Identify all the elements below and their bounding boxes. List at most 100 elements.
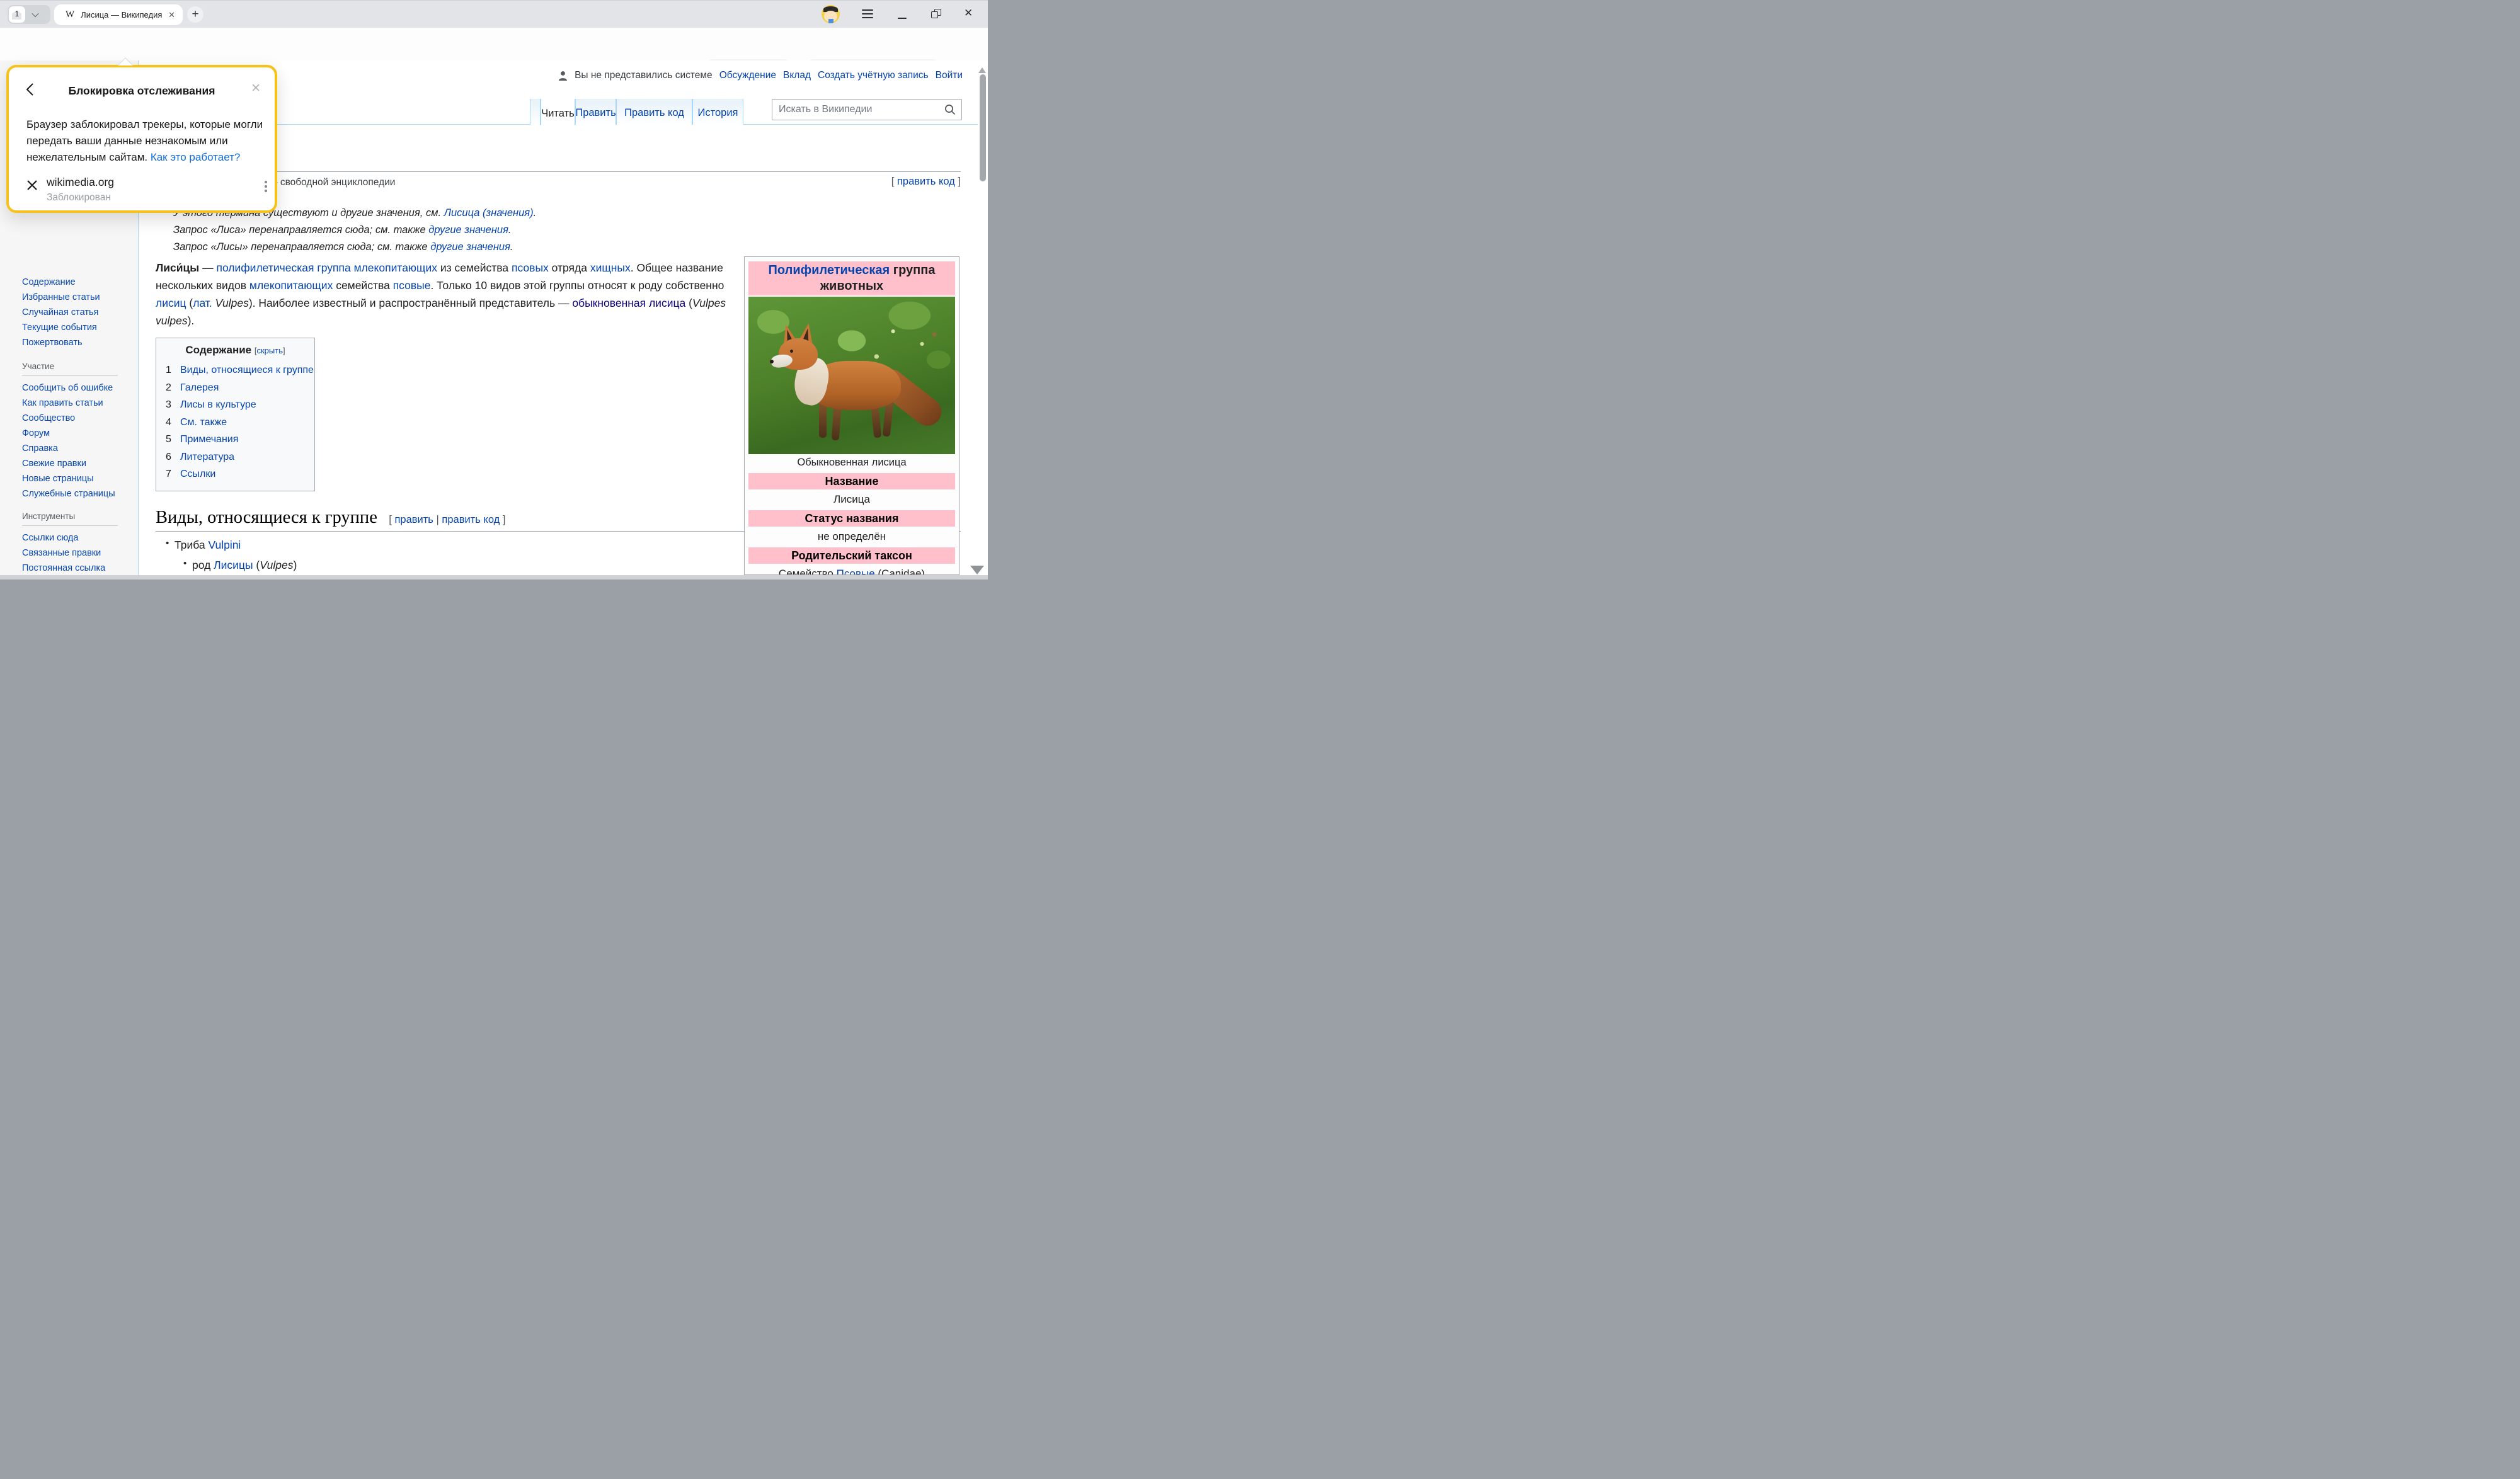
toc-item[interactable]: 5Примечания (166, 431, 314, 448)
sidebar-item-related-changes[interactable]: Связанные правки (22, 545, 132, 561)
vulpini-link[interactable]: Vulpini (208, 539, 241, 551)
other-meanings-link[interactable]: другие значения (430, 241, 510, 253)
toc-item[interactable]: 4См. также (166, 414, 314, 431)
infobox-header-parent-taxon: Родительский таксон (748, 547, 955, 564)
disambig-link[interactable]: Лисица (значения) (444, 207, 534, 219)
sidebar-heading-participation: Участие (22, 362, 54, 371)
vulpes-link[interactable]: лисиц (156, 297, 186, 309)
polyphyletic-group-link[interactable]: Полифилетическая (769, 263, 890, 277)
blocked-x-icon[interactable] (26, 180, 38, 191)
mammals-link[interactable]: млекопитающих (249, 279, 333, 292)
taxobox: Полифилетическая группа животных Обыкнов… (744, 256, 959, 575)
sidebar-item-recent-changes[interactable]: Свежие правки (22, 456, 132, 471)
section-edit-code-link[interactable]: править код (442, 514, 500, 525)
window-close-button[interactable]: ✕ (964, 7, 973, 20)
infobox-value-parent-taxon: Семейство Псовые (Canidae) (748, 566, 955, 575)
sidebar-heading-tools: Инструменты (22, 511, 75, 521)
polyphyletic-link[interactable]: полифилетическая группа (216, 261, 350, 274)
tab-close-icon[interactable]: ✕ (167, 10, 176, 20)
bottom-scrollbar-track[interactable] (0, 575, 988, 580)
sidebar-tools-group: Ссылки сюда Связанные правки Постоянная … (22, 530, 132, 580)
wiki-search-box[interactable]: Искать в Википедии (772, 99, 962, 120)
toc-item[interactable]: 2Галерея (166, 379, 314, 397)
toc-hide-link[interactable]: скрыть (256, 346, 283, 355)
toc-item[interactable]: 3Лисы в культуре (166, 396, 314, 414)
infobox-header-status: Статус названия (748, 510, 955, 527)
vulpes-genus-link[interactable]: Лисицы (214, 559, 253, 571)
browser-tab[interactable]: W Лисица — Википедия ✕ (54, 4, 183, 25)
mammals-link[interactable]: млекопитающих (354, 261, 437, 274)
login-link[interactable]: Войти (936, 70, 963, 81)
tab-read[interactable]: Читать (541, 99, 575, 125)
contributions-link[interactable]: Вклад (783, 70, 811, 81)
search-icon[interactable] (944, 104, 956, 115)
tab-edit-code[interactable]: Править код (616, 99, 692, 125)
tracking-protection-popup: Блокировка отслеживания ✕ Браузер заблок… (6, 65, 277, 213)
tab-group-count[interactable]: 1 (9, 6, 25, 23)
popup-title: Блокировка отслеживания (9, 84, 275, 98)
sidebar-item-donate[interactable]: Пожертвовать (22, 335, 132, 350)
red-fox-link[interactable]: обыкновенная лисица (572, 297, 685, 309)
browser-toolbar: ← Я ↻ https://ru.wikipedia.org/wiki/Лиси… (0, 28, 988, 60)
sidebar-item-current-events[interactable]: Текущие события (22, 320, 132, 335)
user-icon (558, 71, 568, 81)
canidae-link[interactable]: псовые (393, 279, 431, 292)
profile-avatar[interactable] (822, 5, 840, 23)
scrollbar-up-arrow[interactable] (978, 64, 986, 73)
minimize-button[interactable] (896, 7, 908, 21)
search-placeholder: Искать в Википедии (779, 104, 944, 115)
carnivora-link[interactable]: хищных (590, 261, 631, 274)
sidebar-item-community[interactable]: Сообщество (22, 411, 132, 426)
tab-title: Лисица — Википедия (81, 10, 167, 20)
popup-close-icon[interactable]: ✕ (251, 81, 261, 96)
tab-group-chevron-icon[interactable] (25, 12, 45, 17)
sidebar-item-random[interactable]: Случайная статья (22, 305, 132, 320)
sidebar-divider (22, 375, 118, 376)
menu-icon[interactable] (862, 9, 873, 18)
sidebar-item-featured[interactable]: Избранные статьи (22, 290, 132, 305)
popup-body: Браузер заблокировал трекеры, которые мо… (26, 117, 270, 166)
sidebar-item-forum[interactable]: Форум (22, 426, 132, 441)
image-caption: Обыкновенная лисица (748, 454, 955, 471)
canidae-family-link[interactable]: Псовые (837, 568, 875, 575)
infobox-value-name: Лисица (748, 491, 955, 508)
site-options-kebab-icon[interactable] (265, 181, 267, 192)
tab-group-button[interactable]: 1 (8, 5, 50, 24)
hatnote-2: Запрос «Лиса» перенаправляется сюда; см.… (173, 224, 512, 236)
other-meanings-link[interactable]: другие значения (428, 224, 508, 236)
hatnote-3: Запрос «Лисы» перенаправляется сюда; см.… (173, 241, 513, 253)
list-item-tribe: Триба Vulpini (175, 539, 241, 552)
sidebar-divider (22, 525, 118, 526)
sidebar-item-report-error[interactable]: Сообщить об ошибке (22, 380, 132, 396)
edit-code-link[interactable]: править код (897, 176, 955, 187)
tab-edit[interactable]: Править (575, 99, 616, 125)
latin-link[interactable]: лат. (193, 297, 212, 309)
not-logged-in-label: Вы не представились системе (575, 70, 713, 81)
sidebar-participation-group: Сообщить об ошибке Как править статьи Со… (22, 380, 132, 501)
tab-history[interactable]: История (692, 99, 743, 125)
canidae-link[interactable]: псовых (512, 261, 549, 274)
sidebar-item-contents[interactable]: Содержание (22, 275, 132, 290)
section-edit-link[interactable]: править (394, 514, 433, 525)
tab-fragment (530, 99, 541, 125)
sidebar-item-permanent-link[interactable]: Постоянная ссылка (22, 561, 132, 576)
how-it-works-link[interactable]: Как это работает? (151, 151, 241, 163)
toc-item[interactable]: 1Виды, относящиеся к группе (166, 362, 314, 379)
sidebar-item-help[interactable]: Справка (22, 441, 132, 456)
sidebar-item-how-to-edit[interactable]: Как править статьи (22, 396, 132, 411)
restore-button[interactable] (931, 9, 941, 19)
blocked-site-domain: wikimedia.org (47, 176, 114, 189)
sidebar-item-what-links-here[interactable]: Ссылки сюда (22, 530, 132, 545)
toc-item[interactable]: 7Ссылки (166, 465, 314, 483)
new-tab-button[interactable]: + (187, 6, 203, 23)
sidebar-item-special-pages[interactable]: Служебные страницы (22, 486, 132, 501)
create-account-link[interactable]: Создать учётную запись (818, 70, 929, 81)
sidebar-item-new-pages[interactable]: Новые страницы (22, 471, 132, 486)
tab-bar: 1 W Лисица — Википедия ✕ + ✕ (0, 0, 988, 28)
talk-link[interactable]: Обсуждение (719, 70, 776, 81)
fox-photo[interactable] (748, 297, 955, 454)
infobox-title: Полифилетическая группа животных (748, 261, 955, 295)
scrollbar-thumb[interactable] (980, 74, 986, 181)
lead-edit-code: [ править код ] (891, 176, 961, 188)
toc-item[interactable]: 6Литература (166, 448, 314, 466)
